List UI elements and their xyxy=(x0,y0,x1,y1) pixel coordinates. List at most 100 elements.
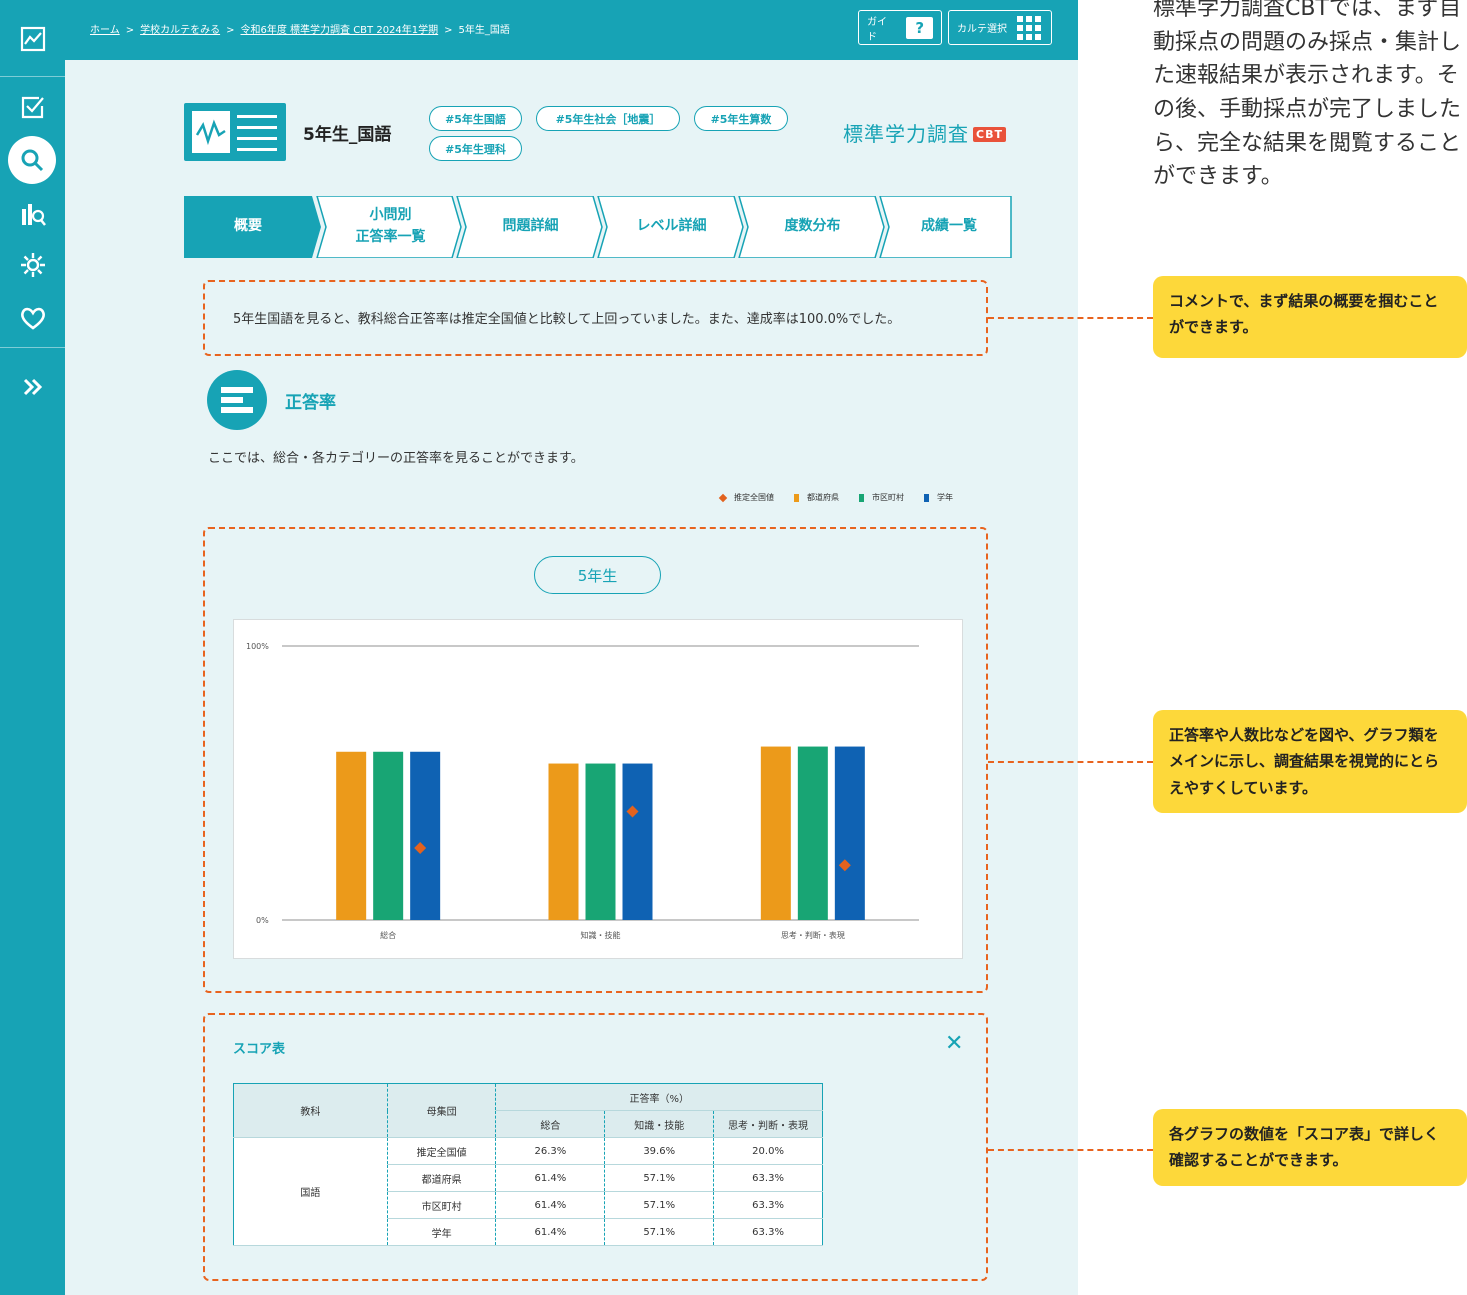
tab-question-detail[interactable]: 問題詳細 xyxy=(464,196,597,258)
tag-grade5-science[interactable]: #5年生理科 xyxy=(429,136,522,161)
value-cell: 39.6% xyxy=(604,1137,715,1165)
main-content: ホーム > 学校カルテをみる > 令和6年度 標準学力調査 CBT 2024年1学期 >5… xyxy=(65,0,1078,1295)
chart-container: 100% 0% 総合 知識・技能 思考・判断・表現 xyxy=(233,619,963,959)
legend-label: 学年 xyxy=(937,493,953,502)
question-book-icon: ? xyxy=(906,16,933,39)
bar xyxy=(760,746,791,920)
tab-results-list[interactable]: 成績一覧 xyxy=(887,196,1011,258)
analysis-icon[interactable] xyxy=(0,191,65,237)
legend-item-city: 市区町村 xyxy=(859,492,904,503)
value-cell: 20.0% xyxy=(713,1137,823,1165)
legend-item-national: 推定全国値 xyxy=(718,492,774,503)
heart-icon[interactable] xyxy=(0,295,65,341)
karte-select-button[interactable]: カルテ選択 xyxy=(948,10,1052,45)
breadcrumb-school-karte[interactable]: 学校カルテをみる xyxy=(140,25,220,36)
header-col-knowledge: 知識・技能 xyxy=(604,1110,715,1138)
summary-comment: 5年生国語を見ると、教科総合正答率は推定全国値と比較して上回っていました。また、… xyxy=(233,312,901,327)
tag-grade5-social[interactable]: #5年生社会［地震］ xyxy=(536,106,680,131)
callout-leader xyxy=(988,761,1153,763)
header-col-thinking: 思考・判断・表現 xyxy=(713,1110,823,1138)
value-cell: 61.4% xyxy=(495,1218,606,1246)
search-icon[interactable] xyxy=(8,136,56,184)
value-cell: 61.4% xyxy=(495,1191,606,1219)
tag-grade5-japanese[interactable]: #5年生国語 xyxy=(429,106,522,131)
breadcrumb-separator: > xyxy=(444,25,453,36)
section-title: 正答率 xyxy=(285,393,336,413)
tab-item-rates[interactable]: 小問別 正答率一覧 xyxy=(324,196,457,258)
callout-score-table: 各グラフの数値を「スコア表」で詳しく確認することができます。 xyxy=(1153,1109,1467,1186)
x-tick-label: 思考・判断・表現 xyxy=(781,930,845,940)
brand-badge: CBT xyxy=(973,127,1006,142)
legend-label: 都道府県 xyxy=(807,493,839,502)
x-tick-label: 総合 xyxy=(380,930,396,940)
tab-bar: 概要 小問別 正答率一覧 問題詳細 レベル詳細 度数分布 成績一覧 xyxy=(184,196,1012,258)
monitor-chart-icon xyxy=(184,103,286,161)
checklist-icon[interactable] xyxy=(0,84,65,130)
tab-overview[interactable]: 概要 xyxy=(184,196,312,258)
value-cell: 26.3% xyxy=(495,1137,606,1165)
section-description: ここでは、総合・各カテゴリーの正答率を見ることができます。 xyxy=(208,451,584,466)
bar-chart: 100% 0% 総合 知識・技能 思考・判断・表現 xyxy=(246,642,919,940)
chart-line-icon[interactable] xyxy=(0,16,65,62)
score-table: 教科 母集団 正答率（%） 総合 知識・技能 思考・判断・表現 国語 推定全国値… xyxy=(233,1083,823,1246)
karte-select-label: カルテ選択 xyxy=(957,24,1007,35)
bar xyxy=(797,746,828,920)
bar xyxy=(548,763,579,920)
value-cell: 61.4% xyxy=(495,1164,606,1192)
callout-leader xyxy=(988,317,1153,319)
tab-frequency[interactable]: 度数分布 xyxy=(746,196,879,258)
callout-comment: コメントで、まず結果の概要を掴むことができます。 xyxy=(1153,276,1467,358)
legend-swatch xyxy=(924,493,929,502)
page-title: 5年生_国語 xyxy=(303,125,392,145)
value-cell: 57.1% xyxy=(604,1191,715,1219)
bar xyxy=(336,751,367,920)
score-table-title: スコア表 xyxy=(233,1042,286,1057)
group-cell: 市区町村 xyxy=(387,1191,497,1219)
close-icon[interactable]: ✕ xyxy=(945,1033,963,1055)
group-cell: 都道府県 xyxy=(387,1164,497,1192)
breadcrumb-separator: > xyxy=(125,25,135,36)
group-cell: 推定全国値 xyxy=(387,1137,497,1165)
value-cell: 63.3% xyxy=(713,1164,823,1192)
intro-annotation: 標準学力調査CBTでは、まず自動採点の問題のみ採点・集計した速報結果が表示されま… xyxy=(1153,0,1462,190)
header-subject: 教科 xyxy=(233,1083,388,1138)
breadcrumb-current: 5年生_国語 xyxy=(458,25,510,36)
breadcrumb: ホーム > 学校カルテをみる > 令和6年度 標準学力調査 CBT 2024年1学期 >5… xyxy=(90,21,510,36)
value-cell: 63.3% xyxy=(713,1191,823,1219)
value-cell: 57.1% xyxy=(604,1218,715,1246)
brand-name: 標準学力調査 xyxy=(843,122,969,146)
bar xyxy=(373,751,404,920)
tag-grade5-math[interactable]: #5年生算数 xyxy=(694,106,788,131)
callout-chart: 正答率や人数比などを図や、グラフ類をメインに示し、調査結果を視覚的にとらえやすく… xyxy=(1153,710,1467,813)
guide-button[interactable]: ガイド ? xyxy=(858,10,942,45)
table-row: 国語 推定全国値 26.3% 39.6% 20.0% xyxy=(233,1137,823,1246)
header-group: 母集団 xyxy=(387,1083,497,1138)
x-tick-label: 知識・技能 xyxy=(581,930,621,940)
y-tick-label: 100% xyxy=(246,642,269,651)
breadcrumb-separator: > xyxy=(226,25,235,36)
header-rate: 正答率（%） xyxy=(495,1083,823,1111)
callout-leader xyxy=(988,1149,1153,1151)
grid-icon xyxy=(1017,15,1041,40)
bar xyxy=(410,751,441,920)
breadcrumb-survey[interactable]: 令和6年度 標準学力調査 CBT 2024年1学期 xyxy=(240,25,438,36)
section-list-icon xyxy=(207,370,267,430)
tab-level-detail[interactable]: レベル詳細 xyxy=(605,196,738,258)
legend-item-prefecture: 都道府県 xyxy=(794,492,839,503)
chart-legend: 推定全国値 都道府県 市区町村 学年 xyxy=(718,492,953,503)
breadcrumb-home[interactable]: ホーム xyxy=(90,25,120,36)
guide-button-label: ガイド xyxy=(867,16,887,43)
bar xyxy=(622,763,653,920)
legend-label: 市区町村 xyxy=(872,493,904,502)
legend-label: 推定全国値 xyxy=(734,493,774,502)
value-cell: 57.1% xyxy=(604,1164,715,1192)
legend-item-grade: 学年 xyxy=(924,492,953,503)
brand-logo: 標準学力調査 CBT xyxy=(843,118,1006,147)
y-tick-label: 0% xyxy=(256,916,269,925)
legend-diamond-marker xyxy=(718,493,728,502)
legend-swatch xyxy=(794,493,799,502)
value-cell: 63.3% xyxy=(713,1218,823,1246)
gear-icon[interactable] xyxy=(0,242,65,288)
grade-pill[interactable]: 5年生 xyxy=(534,556,661,594)
expand-chevrons-icon[interactable] xyxy=(0,364,65,410)
